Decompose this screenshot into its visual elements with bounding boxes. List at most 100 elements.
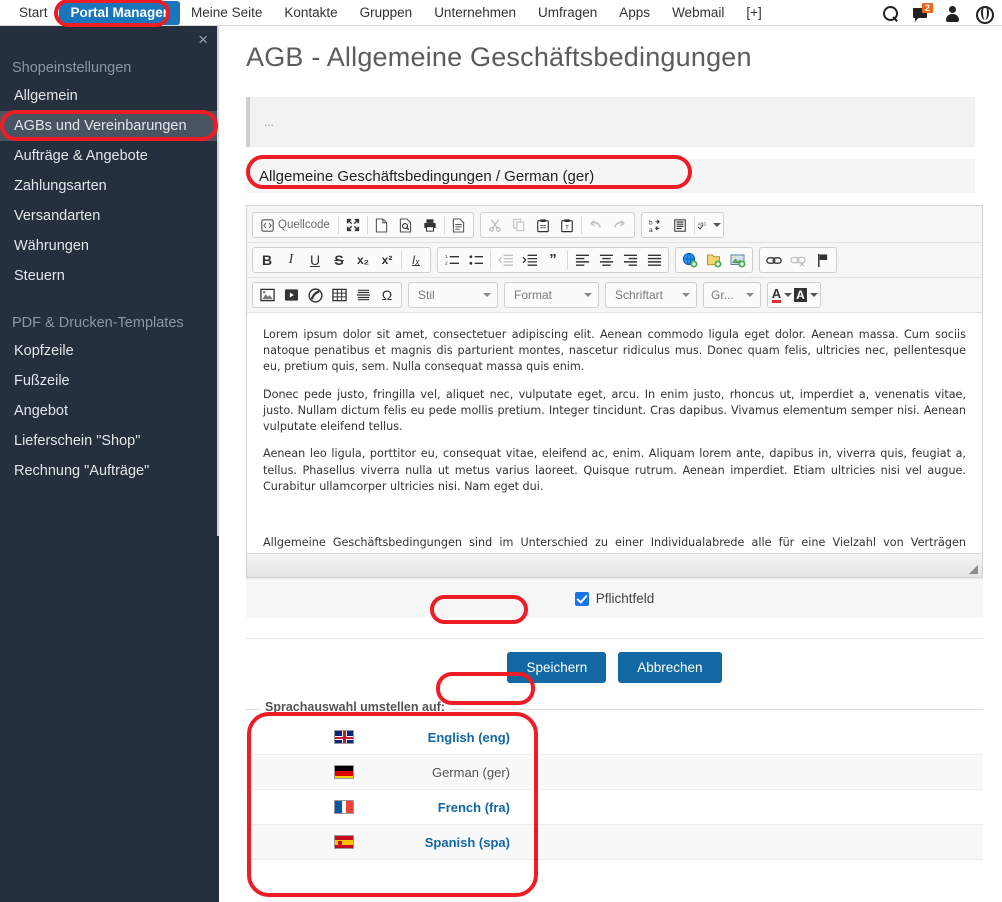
nav-item-portal-manager[interactable]: Portal Manager	[58, 0, 181, 25]
sidebar-item-lieferschein-shop[interactable]: Lieferschein "Shop"	[0, 426, 219, 456]
language-name: German (ger)	[431, 764, 510, 780]
underline-button[interactable]: U	[303, 249, 327, 271]
nav-item-umfragen[interactable]: Umfragen	[527, 1, 608, 25]
align-left-button[interactable]	[570, 249, 594, 271]
sidebar-item-agbs-und-vereinbarungen[interactable]: AGBs und Vereinbarungen	[0, 111, 219, 141]
nav-item-meine-seite[interactable]: Meine Seite	[180, 1, 273, 25]
size-select-label: Gr...	[711, 288, 734, 302]
bg-color-icon: A	[794, 288, 807, 302]
italic-button[interactable]: I	[279, 249, 303, 271]
source-code-button[interactable]: Quellcode	[255, 214, 336, 236]
search-icon[interactable]	[882, 5, 899, 22]
preview-button[interactable]	[394, 214, 418, 236]
style-select[interactable]: Stil	[408, 282, 498, 308]
table-button[interactable]	[327, 284, 351, 306]
spellcheck-button[interactable]: ABC	[697, 214, 721, 236]
flag-icon	[334, 800, 354, 814]
redo-button[interactable]	[608, 214, 632, 236]
maximize-button[interactable]	[341, 214, 365, 236]
text-color-button[interactable]: A	[770, 284, 794, 306]
select-all-button[interactable]	[668, 214, 692, 236]
language-row[interactable]: French (fra)	[246, 790, 983, 825]
rich-text-editor: Quellcode T b a ABC B I U S x₂ x² Iₓ 1 2…	[246, 205, 983, 578]
horizontal-rule-button[interactable]	[351, 284, 375, 306]
language-row[interactable]: English (eng)	[246, 720, 983, 755]
cancel-button[interactable]: Abbrechen	[618, 651, 722, 683]
bold-icon: B	[261, 252, 273, 268]
print-button[interactable]	[418, 214, 442, 236]
sidebar-item-w-hrungen[interactable]: Währungen	[0, 231, 219, 261]
info-panel: ...	[246, 97, 975, 147]
horizontal-rule-icon	[356, 289, 370, 301]
templates-button[interactable]	[447, 214, 471, 236]
link-button[interactable]	[762, 249, 786, 271]
sidebar-item-versandarten[interactable]: Versandarten	[0, 201, 219, 231]
scissors-icon	[488, 219, 501, 232]
superscript-button[interactable]: x²	[375, 249, 399, 271]
insert-file-button[interactable]	[702, 249, 726, 271]
user-icon[interactable]	[944, 5, 961, 22]
flash-button[interactable]	[303, 284, 327, 306]
paste-button[interactable]	[531, 214, 555, 236]
sidebar-group-title: PDF & Drucken-Templates	[12, 315, 184, 331]
anchor-button[interactable]	[810, 249, 834, 271]
nav-item-unternehmen[interactable]: Unternehmen	[423, 1, 527, 25]
background-color-button[interactable]: A	[794, 284, 818, 306]
sidebar-item-fu-zeile[interactable]: Fußzeile	[0, 366, 219, 396]
video-button[interactable]	[279, 284, 303, 306]
outdent-button[interactable]	[493, 249, 517, 271]
toolbar-group-insert: Ω	[252, 282, 402, 308]
numbered-list-button[interactable]: 12	[440, 249, 464, 271]
sidebar-item-zahlungsarten[interactable]: Zahlungsarten	[0, 171, 219, 201]
language-row[interactable]: Spanish (spa)	[246, 825, 983, 860]
sidebar-item-angebot[interactable]: Angebot	[0, 396, 219, 426]
bold-button[interactable]: B	[255, 249, 279, 271]
align-justify-icon	[647, 254, 661, 266]
sidebar-item-auftr-ge-angebote[interactable]: Aufträge & Angebote	[0, 141, 219, 171]
strikethrough-button[interactable]: S	[327, 249, 351, 271]
sidebar-item-allgemein[interactable]: Allgemein	[0, 81, 219, 111]
insert-image-button[interactable]	[726, 249, 750, 271]
align-center-button[interactable]	[594, 249, 618, 271]
cut-button[interactable]	[483, 214, 507, 236]
paste-text-button[interactable]: T	[555, 214, 579, 236]
nav-item-start[interactable]: Start	[8, 1, 59, 25]
remove-format-button[interactable]: Iₓ	[404, 249, 428, 271]
flash-icon	[307, 287, 323, 303]
spellcheck-abc-icon: ABC	[697, 221, 707, 230]
resize-handle[interactable]	[969, 565, 978, 574]
indent-button[interactable]	[517, 249, 541, 271]
find-replace-button[interactable]: ba	[644, 214, 668, 236]
sidebar-item-kopfzeile[interactable]: Kopfzeile	[0, 336, 219, 366]
undo-button[interactable]	[584, 214, 608, 236]
nav-item-[interactable]: [+]	[735, 1, 772, 25]
editor-content-area[interactable]: Lorem ipsum dolor sit amet, consectetuer…	[247, 313, 982, 553]
messages-icon[interactable]: 2	[913, 2, 934, 22]
required-checkbox[interactable]	[574, 591, 589, 606]
align-right-button[interactable]	[618, 249, 642, 271]
copy-button[interactable]	[507, 214, 531, 236]
align-justify-button[interactable]	[642, 249, 666, 271]
globe-icon[interactable]	[975, 5, 994, 24]
unlink-button[interactable]	[786, 249, 810, 271]
save-button[interactable]: Speichern	[507, 651, 607, 683]
subscript-button[interactable]: x₂	[351, 249, 375, 271]
close-icon[interactable]: ×	[198, 31, 208, 48]
sidebar-item-rechnung-auftr-ge[interactable]: Rechnung "Aufträge"	[0, 456, 219, 486]
nav-item-apps[interactable]: Apps	[608, 1, 661, 25]
blockquote-button[interactable]: ”	[541, 249, 565, 271]
language-row[interactable]: German (ger)	[246, 755, 983, 790]
insert-link-globe-button[interactable]	[678, 249, 702, 271]
nav-item-webmail[interactable]: Webmail	[661, 1, 735, 25]
special-char-button[interactable]: Ω	[375, 284, 399, 306]
font-select[interactable]: Schriftart	[605, 282, 697, 308]
image-button[interactable]	[255, 284, 279, 306]
nav-item-kontakte[interactable]: Kontakte	[273, 1, 348, 25]
sidebar-item-steuern[interactable]: Steuern	[0, 261, 219, 291]
nav-item-gruppen[interactable]: Gruppen	[349, 1, 424, 25]
format-select[interactable]: Format	[504, 282, 599, 308]
remove-format-icon: Iₓ	[412, 253, 420, 267]
new-page-button[interactable]	[370, 214, 394, 236]
bulleted-list-button[interactable]	[464, 249, 488, 271]
size-select[interactable]: Gr...	[703, 282, 761, 308]
